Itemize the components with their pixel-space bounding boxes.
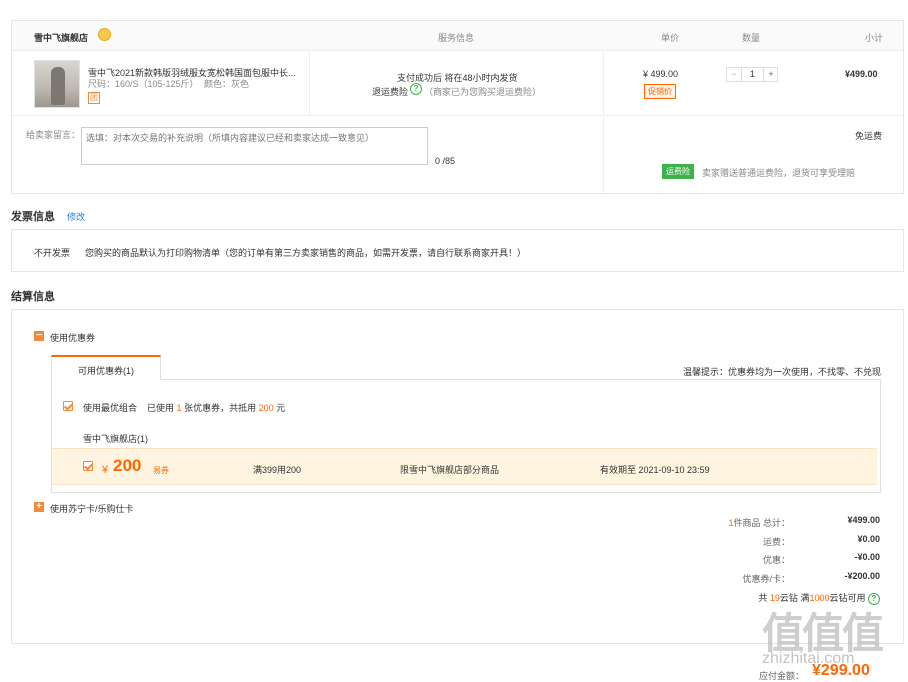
coupon-scope: 限雪中飞旗舰店部分商品 xyxy=(400,465,500,475)
coupon-store-group: 雪中飞旗舰店(1) xyxy=(83,434,148,444)
table-header: 雪中飞旗舰店 服务信息 单价 数量 小计 xyxy=(12,21,903,51)
coupon-amount: 200 xyxy=(113,456,142,475)
payable-amount: ¥299.00 xyxy=(812,662,870,679)
used-count: 1 xyxy=(176,403,182,413)
invoice-type: 不开发票 xyxy=(34,248,71,258)
used-prefix: 已使用 xyxy=(147,403,175,413)
summary-shipping-label: 运费： xyxy=(762,537,790,547)
free-shipping-label: 免运费 xyxy=(855,131,883,141)
collapse-icon[interactable]: − xyxy=(34,331,44,341)
line-subtotal: ¥499.00 xyxy=(845,69,878,79)
group-buy-tag: 团 xyxy=(88,92,100,104)
product-row: 雪中飞2021新款韩版羽绒服女宽松韩国面包服中长... 尺码：160/S（105… xyxy=(12,52,903,116)
coupon-expiry: 有效期至 2021-09-10 23:59 xyxy=(600,465,710,475)
used-amount: 200 xyxy=(258,403,274,413)
return-insurance-note: （商家已为您购买退运费险） xyxy=(424,87,542,97)
coupon-currency: ¥ xyxy=(102,464,109,476)
message-row: 给卖家留言： 0 /85 免运费 运费险 卖家赠送普通运费险，退货可享受理赔 xyxy=(12,117,903,193)
summary-discount-label: 优惠： xyxy=(762,555,790,565)
invoice-note: 您购买的商品默认为打印购物清单（您的订单有第三方卖家销售的商品，如需开发票，请自… xyxy=(85,248,527,258)
summary-goods-total: ¥499.00 xyxy=(847,515,880,525)
help-icon[interactable]: ? xyxy=(410,83,422,95)
expand-icon[interactable]: + xyxy=(34,502,44,512)
invoice-panel: 不开发票 您购买的商品默认为打印购物清单（您的订单有第三方卖家销售的商品，如需开… xyxy=(11,229,904,272)
best-combo-checkbox[interactable] xyxy=(63,401,73,411)
summary-coupon-value: -¥200.00 xyxy=(844,571,880,581)
header-price: 单价 xyxy=(661,33,680,43)
promo-price-badge: 促销价 xyxy=(644,84,676,99)
quantity-stepper: − 1 + xyxy=(726,67,778,82)
qty-minus-button[interactable]: − xyxy=(727,68,742,81)
product-color: 颜色：灰色 xyxy=(204,79,250,89)
qty-plus-button[interactable]: + xyxy=(763,68,778,81)
message-divider xyxy=(603,117,604,193)
best-combo-label: 使用最优组合 xyxy=(83,403,138,413)
invoice-title: 发票信息 xyxy=(11,211,55,223)
coupon-checkbox[interactable] xyxy=(83,461,93,471)
coupon-toggle-label[interactable]: 使用优惠券 xyxy=(50,331,95,344)
seller-message-input[interactable] xyxy=(81,127,428,165)
coupon-kind: 易券 xyxy=(153,466,169,475)
goods-label: 件商品 总计： xyxy=(733,518,790,528)
summary-coupon-label: 优惠券/卡： xyxy=(742,574,790,584)
tab-available-coupons[interactable]: 可用优惠券(1) xyxy=(51,355,161,380)
header-service: 服务信息 xyxy=(438,33,475,43)
product-size: 尺码：160/S（105-125斤） xyxy=(88,79,199,89)
store-name-link[interactable]: 雪中飞旗舰店 xyxy=(34,31,88,44)
summary-goods-label: 1件商品 总计： xyxy=(728,516,790,529)
store-medal-icon xyxy=(98,28,111,41)
shipping-insurance-note: 卖家赠送普通运费险，退货可享受理赔 xyxy=(702,168,856,178)
coupon-item[interactable]: ¥ 200 易券 满399用200 限雪中飞旗舰店部分商品 有效期至 2021-… xyxy=(52,448,877,485)
settlement-title: 结算信息 xyxy=(11,291,55,303)
payable-label: 应付金额： xyxy=(759,671,805,681)
shipping-insurance-badge: 运费险 xyxy=(662,164,694,179)
message-counter: 0 /85 xyxy=(435,156,456,166)
service-divider-left xyxy=(309,52,310,116)
used-mid: 张优惠券，共抵用 xyxy=(184,403,257,413)
unit-price: ¥ 499.00 xyxy=(643,69,679,79)
header-subtotal: 小计 xyxy=(865,33,884,43)
used-suffix: 元 xyxy=(276,403,286,413)
best-combo-summary: 已使用 1 张优惠券，共抵用 200 元 xyxy=(147,401,285,414)
product-figure xyxy=(51,67,65,105)
coupon-tip: 温馨提示：优惠券均为一次使用，不找零、不兑现 xyxy=(683,367,882,377)
summary-discount-value: -¥0.00 xyxy=(854,552,880,562)
summary-shipping-value: ¥0.00 xyxy=(857,534,880,544)
return-insurance-label: 退运费险 xyxy=(372,87,409,97)
qty-value[interactable]: 1 xyxy=(742,68,763,81)
invoice-edit-link[interactable]: 修改 xyxy=(67,210,85,223)
message-label: 给卖家留言： xyxy=(26,130,81,140)
header-qty: 数量 xyxy=(742,33,761,43)
service-divider-right xyxy=(603,52,604,116)
product-image[interactable] xyxy=(34,60,80,108)
coupon-condition: 满399用200 xyxy=(253,465,302,475)
tab-label: 可用优惠券(1) xyxy=(78,366,134,376)
card-toggle-label[interactable]: 使用苏宁卡/乐购仕卡 xyxy=(50,502,134,515)
